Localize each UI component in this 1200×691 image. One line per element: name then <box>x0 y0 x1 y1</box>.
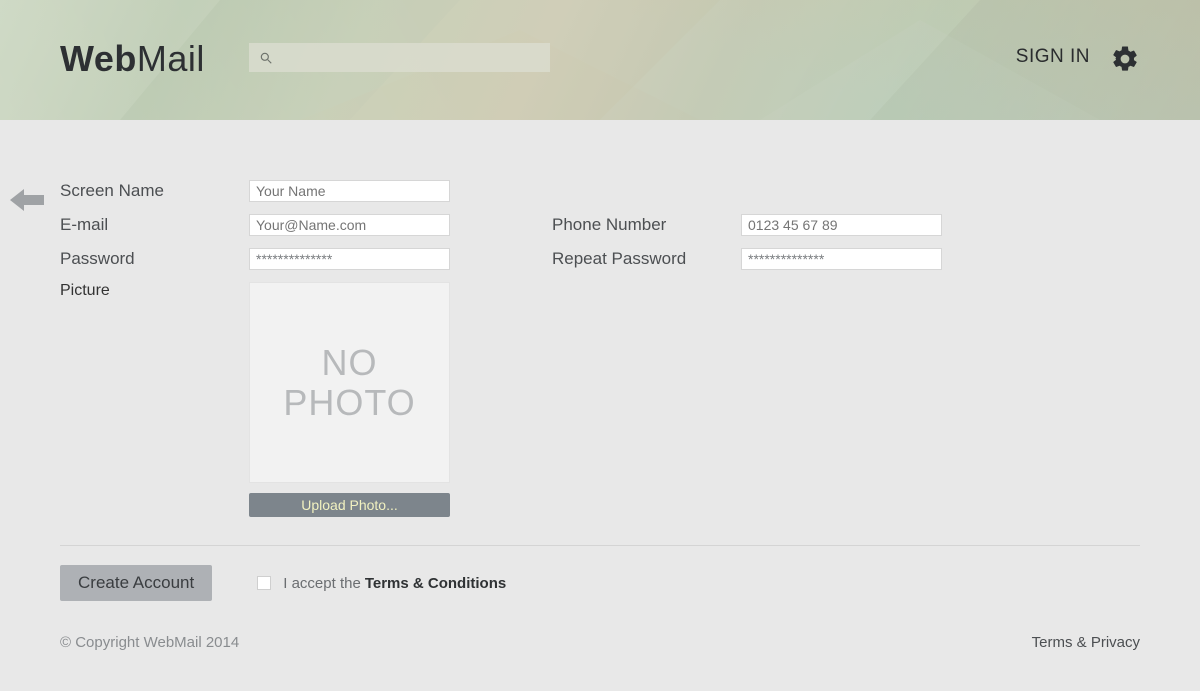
signup-form: Screen Name E-mail Phone Number Password… <box>60 180 1140 517</box>
repeat-password-input[interactable] <box>741 248 942 270</box>
no-photo-line1: NO <box>321 342 377 383</box>
arrow-left-icon <box>10 187 44 213</box>
photo-placeholder: NO PHOTO <box>249 282 450 483</box>
password-input[interactable] <box>249 248 450 270</box>
create-account-button[interactable]: Create Account <box>60 565 212 601</box>
picture-label: Picture <box>60 282 249 300</box>
settings-button[interactable] <box>1110 44 1140 79</box>
row-screen-name: Screen Name <box>60 180 1140 202</box>
terms-conditions-link[interactable]: Terms & Conditions <box>365 575 506 592</box>
row-passwords: Password Repeat Password <box>60 248 1140 270</box>
back-button[interactable] <box>10 187 44 218</box>
logo-bold: Web <box>60 38 137 79</box>
repeat-password-label: Repeat Password <box>552 249 741 269</box>
phone-label: Phone Number <box>552 215 741 235</box>
accept-terms-wrap: I accept the Terms & Conditions <box>257 575 506 592</box>
no-photo-line2: PHOTO <box>283 382 415 423</box>
upload-photo-button[interactable]: Upload Photo... <box>249 493 450 517</box>
sign-in-link[interactable]: SIGN IN <box>1016 46 1090 68</box>
divider <box>60 545 1140 546</box>
search-input[interactable] <box>273 50 550 66</box>
screen-name-label: Screen Name <box>60 181 249 201</box>
row-picture: Picture NO PHOTO Upload Photo... <box>60 282 1140 517</box>
picture-column: NO PHOTO Upload Photo... <box>249 282 450 517</box>
search-box[interactable] <box>249 43 550 72</box>
phone-input[interactable] <box>741 214 942 236</box>
accept-prefix: I accept the <box>283 575 361 592</box>
accept-terms-checkbox[interactable] <box>257 576 271 590</box>
copyright-text: © Copyright WebMail 2014 <box>60 634 239 651</box>
footer: © Copyright WebMail 2014 Terms & Privacy <box>60 634 1140 651</box>
header: WebMail SIGN IN <box>0 0 1200 120</box>
bottom-row: Create Account I accept the Terms & Cond… <box>60 565 1140 601</box>
email-label: E-mail <box>60 215 249 235</box>
no-photo-text: NO PHOTO <box>283 343 415 422</box>
terms-privacy-link[interactable]: Terms & Privacy <box>1032 634 1140 651</box>
password-label: Password <box>60 249 249 269</box>
row-email-phone: E-mail Phone Number <box>60 214 1140 236</box>
search-icon <box>259 51 273 65</box>
logo-light: Mail <box>137 38 205 79</box>
email-input[interactable] <box>249 214 450 236</box>
logo: WebMail <box>60 38 205 80</box>
screen-name-input[interactable] <box>249 180 450 202</box>
gear-icon <box>1110 44 1140 74</box>
